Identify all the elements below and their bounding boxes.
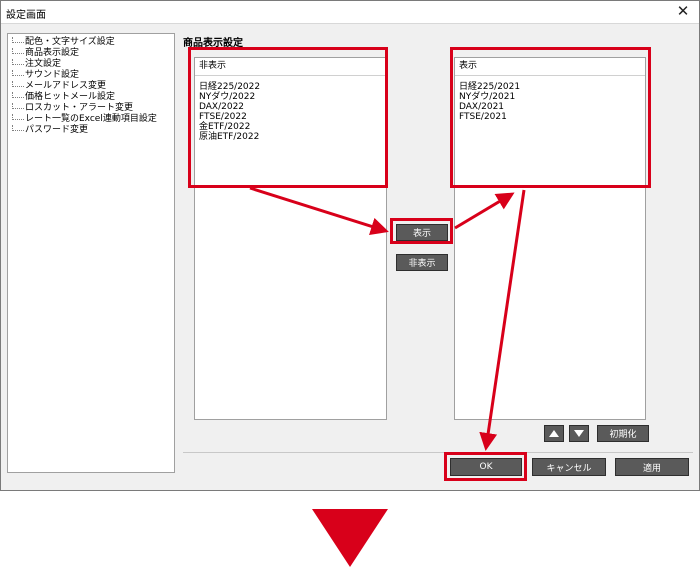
arrow-to-ok-button <box>479 189 526 451</box>
arrow-to-show-button <box>249 186 389 236</box>
annotation-overlay <box>249 186 526 567</box>
arrow-to-shown-list <box>454 192 515 230</box>
down-arrow-icon <box>312 509 388 567</box>
